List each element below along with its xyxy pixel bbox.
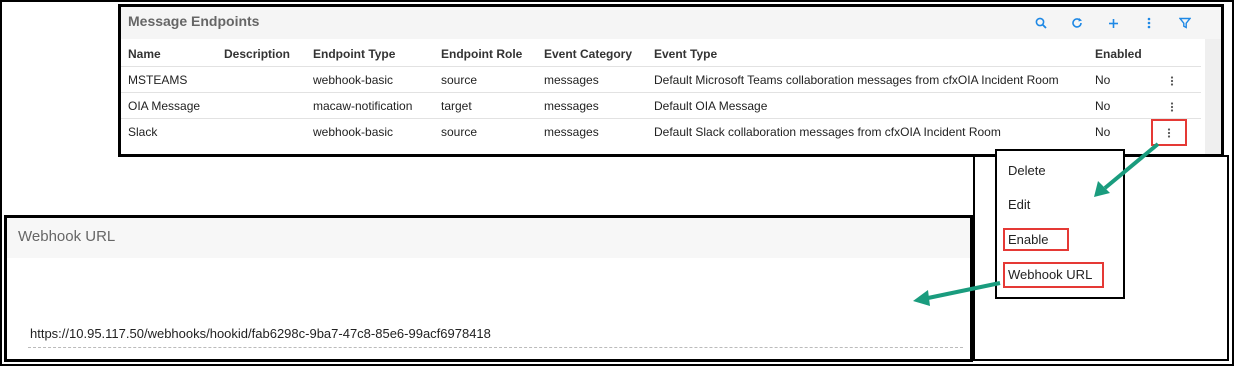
cell-event-type: Default Microsoft Teams collaboration me… [647,66,1088,93]
cell-enabled: No [1088,66,1201,93]
more-vertical-icon[interactable] [1131,12,1167,34]
cell-endpoint-type: macaw-notification [306,92,434,119]
column-header-event-category[interactable]: Event Category [537,41,647,67]
cell-endpoint-role: source [434,118,537,144]
cell-event-type: Default OIA Message [647,92,1088,119]
menu-item-edit[interactable]: Edit [1008,197,1030,212]
context-menu: Delete Edit Enable Webhook URL [995,149,1125,299]
column-header-event-type[interactable]: Event Type [647,41,1088,67]
cell-description [217,92,306,119]
row-actions-button[interactable] [1161,96,1183,118]
refresh-icon[interactable] [1059,12,1095,34]
endpoints-table: Name Description Endpoint Type Endpoint … [121,41,1201,144]
cell-endpoint-type: webhook-basic [306,66,434,93]
webhook-panel-header: Webhook URL [7,218,970,258]
column-header-endpoint-role[interactable]: Endpoint Role [434,41,537,67]
more-vertical-icon [1170,102,1174,112]
cell-endpoint-type: webhook-basic [306,118,434,144]
cell-name: OIA Message [121,92,217,119]
table-row[interactable]: OIA Message macaw-notification target me… [121,92,1201,119]
cell-endpoint-role: target [434,92,537,119]
cell-event-category: messages [537,92,647,119]
webhook-panel-title: Webhook URL [18,228,116,245]
webhook-url-panel: Webhook URL https://10.95.117.50/webhook… [4,215,973,362]
panel-title: Message Endpoints [128,13,260,29]
scrollbar[interactable] [1205,39,1221,154]
message-endpoints-panel: Message Endpoints Name Description Endpo… [118,4,1224,157]
search-icon[interactable] [1023,12,1059,34]
cell-event-type: Default Slack collaboration messages fro… [647,118,1088,144]
toolbar [1023,12,1203,34]
more-vertical-icon [1167,127,1171,138]
cell-event-category: messages [537,66,647,93]
table-header-row: Name Description Endpoint Type Endpoint … [121,41,1201,67]
table-row[interactable]: MSTEAMS webhook-basic source messages De… [121,66,1201,93]
filter-icon[interactable] [1167,12,1203,34]
row-actions-button-highlighted[interactable] [1151,119,1187,146]
column-header-endpoint-type[interactable]: Endpoint Type [306,41,434,67]
cell-enabled: No [1088,92,1201,119]
cell-description [217,66,306,93]
cell-description [217,118,306,144]
webhook-url-value[interactable]: https://10.95.117.50/webhooks/hookid/fab… [30,326,491,341]
menu-item-webhook-url[interactable]: Webhook URL [1008,267,1092,282]
menu-item-delete[interactable]: Delete [1008,163,1046,178]
column-header-enabled[interactable]: Enabled [1088,41,1201,67]
cell-endpoint-role: source [434,66,537,93]
cell-name: Slack [121,118,217,144]
cell-name: MSTEAMS [121,66,217,93]
cell-event-category: messages [537,118,647,144]
add-icon[interactable] [1095,12,1131,34]
menu-item-enable[interactable]: Enable [1008,232,1048,247]
table-row[interactable]: Slack webhook-basic source messages Defa… [121,118,1201,144]
panel-header: Message Endpoints [121,7,1221,39]
column-header-name[interactable]: Name [121,41,217,67]
more-vertical-icon [1170,76,1174,86]
column-header-description[interactable]: Description [217,41,306,67]
row-actions-button[interactable] [1161,70,1183,92]
url-underline [28,347,963,348]
